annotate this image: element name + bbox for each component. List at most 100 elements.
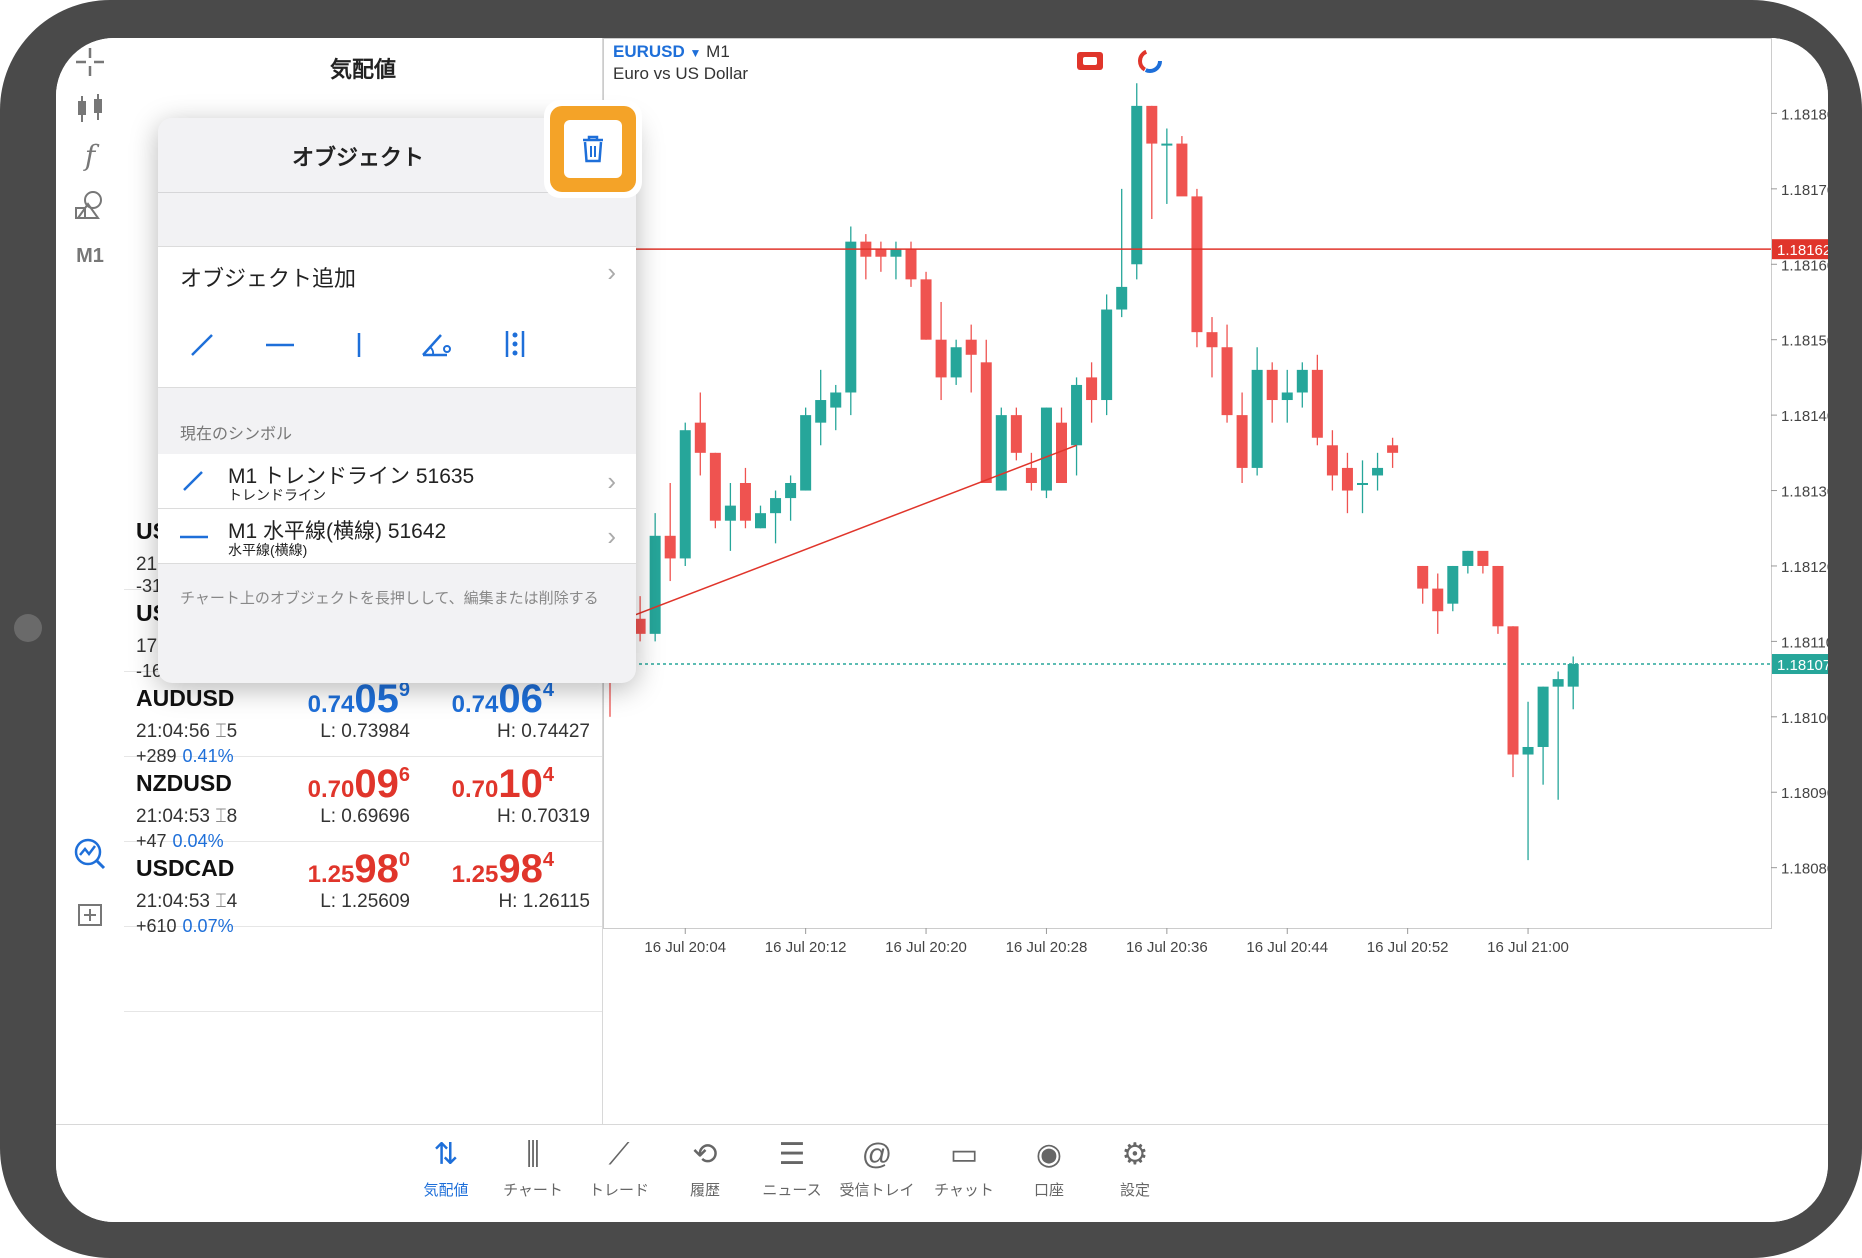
candle-body: [890, 249, 902, 257]
vertical-line-tool-icon[interactable]: [329, 321, 389, 367]
quote-spread: 5: [226, 721, 238, 742]
candle-body: [995, 415, 1007, 491]
candle-body: [1025, 467, 1037, 483]
quote-timestamp: 21:04:53: [136, 806, 210, 827]
quote-change-percent: 0.04%: [172, 831, 224, 851]
y-tick-label: 1.18140: [1781, 408, 1828, 425]
crosshair-icon[interactable]: [70, 42, 110, 82]
y-tick-label: 1.18180: [1781, 106, 1828, 123]
nav-chart[interactable]: ⫼ チャート: [483, 1135, 583, 1200]
candle-body: [1326, 445, 1338, 476]
x-tick-label: 16 Jul 20:52: [1367, 939, 1449, 956]
quote-change-points: +289: [136, 746, 177, 766]
candle-body: [724, 505, 736, 521]
x-tick-label: 16 Jul 20:20: [885, 939, 967, 956]
timeframe-label[interactable]: M1: [70, 236, 110, 276]
ask-price-tiny: 4: [542, 764, 554, 786]
candle-body: [694, 422, 706, 453]
candle-body: [830, 392, 842, 408]
nav-settings[interactable]: ⚙ 設定: [1085, 1135, 1185, 1200]
y-tick-label: 1.18130: [1781, 484, 1828, 501]
bottom-navigation: ⇅ 気配値 ⫼ チャート ⟋ トレード ⟲ 履歴 ☰ ニュース @ 受信トレイ ▭ チャット ◉ 口座 ⚙ 設定: [56, 1124, 1828, 1222]
candle-body: [950, 347, 962, 378]
candle-body: [1372, 467, 1384, 476]
nav-label: トレード: [588, 1182, 649, 1199]
chevron-right-icon: ›: [607, 521, 616, 551]
candle-body: [1552, 679, 1564, 687]
left-toolbar: f M1: [56, 38, 125, 1124]
ask-price-tag: 1.18107: [1777, 657, 1828, 674]
candle-body: [1040, 407, 1052, 491]
history-icon: ⟲: [692, 1138, 718, 1171]
object-row-trendline[interactable]: M1 トレンドライン 51635 トレンドライン ›: [158, 454, 636, 509]
angle-tool-icon[interactable]: [407, 321, 467, 367]
candle-body: [1071, 384, 1083, 446]
quote-spread: 4: [226, 891, 238, 912]
chart-symbol[interactable]: EURUSD: [613, 42, 685, 61]
candle-body: [980, 362, 992, 483]
nav-mailbox[interactable]: @ 受信トレイ: [827, 1135, 927, 1200]
nav-label: 履歴: [689, 1182, 720, 1199]
candle-body: [1191, 196, 1203, 333]
candle-body: [1492, 565, 1504, 627]
chart-analytics-icon[interactable]: [70, 834, 110, 874]
popup-hint: チャート上のオブジェクトを長押しして、編集または削除する: [180, 590, 599, 607]
nav-quotes[interactable]: ⇅ 気配値: [396, 1135, 496, 1200]
quote-row[interactable]: +610 0.07%: [124, 910, 602, 1012]
quote-ask: 0.74064: [364, 677, 554, 722]
add-object-row[interactable]: オブジェクト追加 ›: [158, 246, 636, 303]
app-screen: f M1 気配値 USDCNH21:04:57 ⌶1686.47596.4759…: [56, 38, 1828, 1222]
nav-account[interactable]: ◉ 口座: [999, 1135, 1099, 1200]
candle-body: [1537, 686, 1549, 747]
function-icon[interactable]: f: [70, 136, 110, 176]
object-type: 水平線(横線): [228, 542, 308, 558]
candle-body: [1146, 105, 1158, 144]
nav-label: 受信トレイ: [839, 1182, 915, 1199]
chart-area[interactable]: 1.18180 1.18170 1.18160 1.18150 1.18140 1.181…: [603, 38, 1828, 1124]
candle-body: [1086, 377, 1098, 401]
quote-change: [136, 494, 142, 515]
nav-label: 設定: [1119, 1182, 1150, 1199]
candle-body: [1116, 286, 1128, 310]
trendline-object[interactable]: [624, 444, 1077, 620]
candle-body: [965, 339, 977, 355]
candle-body: [785, 483, 797, 499]
trendline-tool-icon[interactable]: [172, 321, 232, 367]
account-icon: ◉: [1035, 1138, 1063, 1171]
candle-body: [679, 430, 691, 559]
x-tick-label: 16 Jul 20:28: [1006, 939, 1088, 956]
horizontal-line-tool-icon[interactable]: [250, 321, 310, 367]
nav-history[interactable]: ⟲ 履歴: [655, 1135, 755, 1200]
camera-dot: [14, 614, 42, 642]
candle-body: [800, 415, 812, 491]
section-label: 現在のシンボル: [180, 426, 293, 443]
ask-price-big: 06: [498, 677, 543, 721]
symbol-dropdown-icon[interactable]: ▼: [690, 46, 702, 60]
trendline-icon: [183, 471, 203, 491]
add-window-icon[interactable]: [70, 894, 110, 934]
ask-price-big: 98: [498, 847, 543, 891]
chevron-right-icon: ›: [607, 257, 616, 287]
candle-body: [875, 249, 887, 257]
fibonacci-tool-icon[interactable]: [485, 321, 545, 367]
chart-symbol-line[interactable]: EURUSD ▼ M1: [613, 42, 730, 62]
quote-change-points: +47: [136, 831, 167, 851]
candle-body: [1357, 483, 1368, 485]
quote-spread: 8: [226, 806, 238, 827]
object-tools: [158, 301, 636, 388]
delete-button-face[interactable]: [564, 120, 622, 178]
candle-body: [1477, 550, 1489, 566]
ask-price-big: 10: [498, 762, 543, 806]
candle-body: [755, 513, 766, 529]
nav-trade[interactable]: ⟋ トレード: [569, 1135, 669, 1200]
quote-ask: 1.25984: [364, 847, 554, 892]
add-object-label: オブジェクト追加: [180, 266, 357, 291]
quote-change-points: +610: [136, 916, 177, 936]
candles-icon[interactable]: [70, 88, 110, 128]
delete-button[interactable]: [550, 106, 636, 192]
y-tick-label: 1.18110: [1781, 634, 1828, 651]
objects-icon[interactable]: [70, 186, 110, 226]
price-chart[interactable]: 1.18180 1.18170 1.18160 1.18150 1.18140 1.181…: [603, 38, 1828, 1124]
object-row-horizontal-line[interactable]: M1 水平線(横線) 51642 水平線(横線) ›: [158, 509, 636, 564]
quotes-icon: ⇅: [433, 1138, 459, 1171]
